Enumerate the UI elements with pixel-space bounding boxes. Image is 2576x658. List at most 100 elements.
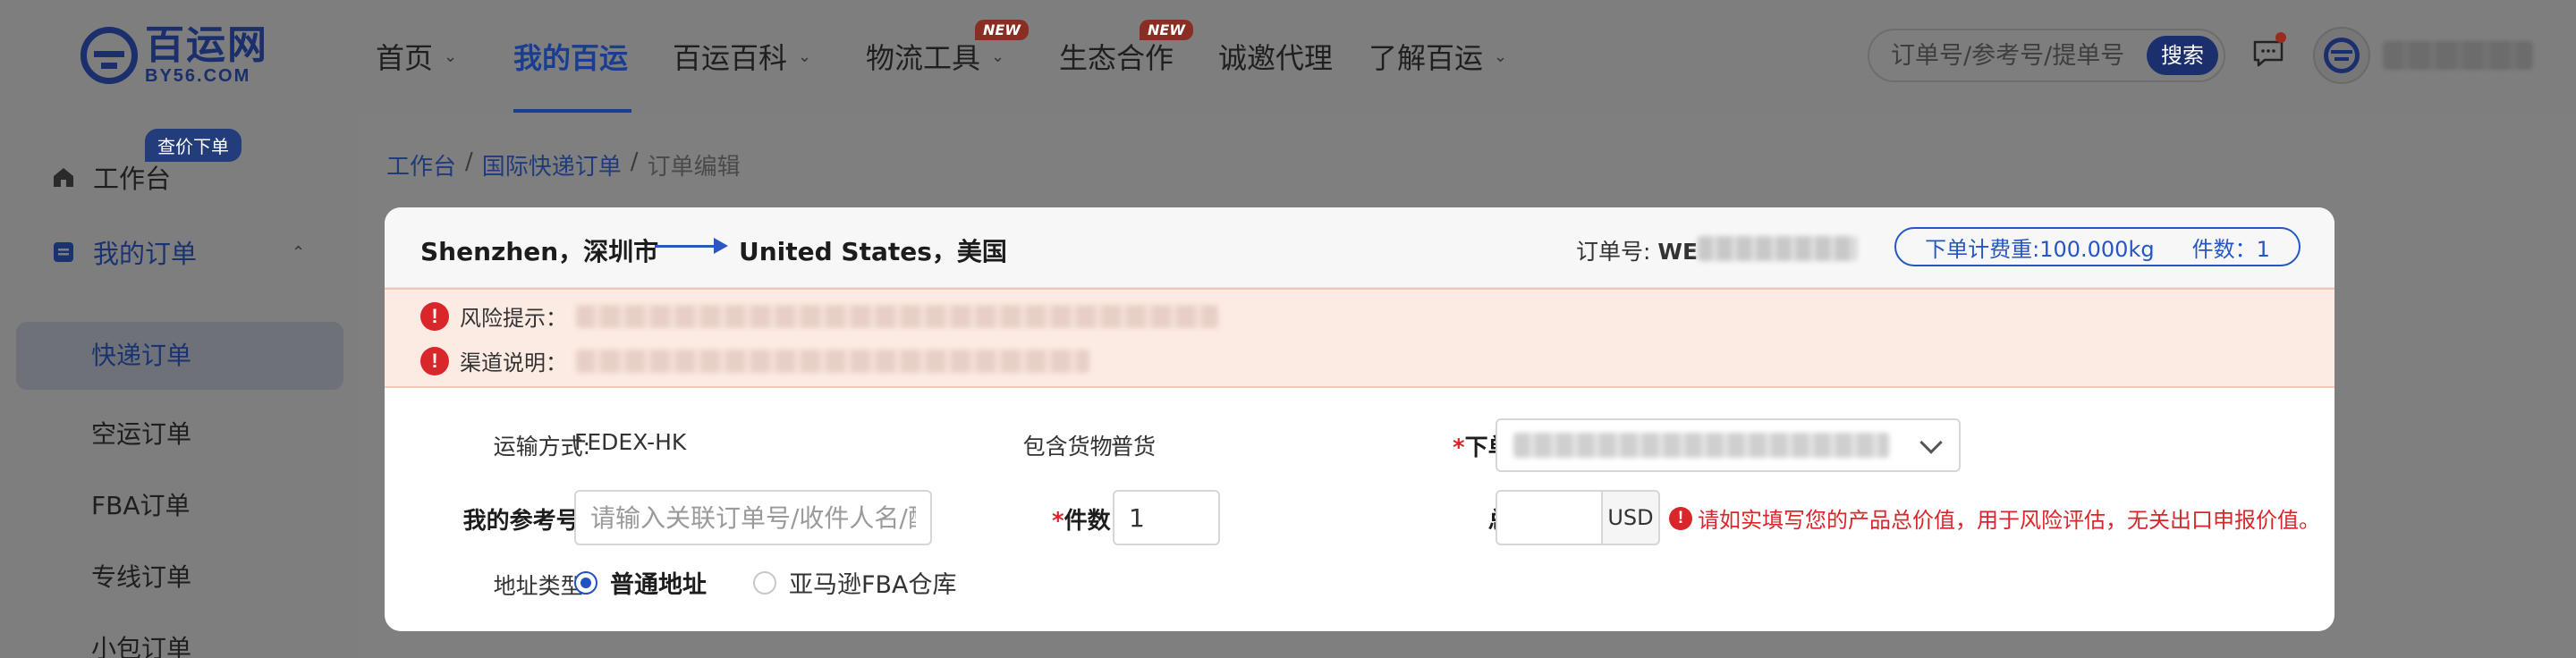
address-type-normal-label: 普通地址 — [610, 571, 707, 599]
chevron-up-icon: ⌃ — [292, 242, 306, 262]
nav-encyclopedia[interactable]: 百运百科 ⌄ — [673, 0, 866, 113]
order-edit-card: Shenzhen，深圳市 United States，美国 订单号: WE 下单… — [385, 207, 2334, 631]
nav-ecosystem[interactable]: 生态合作 NEW — [1059, 0, 1218, 113]
nav-encyclopedia-label: 百运百科 — [673, 41, 788, 75]
alert-icon: ! — [420, 346, 449, 375]
total-value-input[interactable] — [1496, 490, 1603, 545]
new-badge: NEW — [975, 20, 1029, 40]
nav-logistics-tools[interactable]: 物流工具 ⌄ NEW — [866, 0, 1059, 113]
goods-type-value: 普货 — [1111, 434, 1157, 460]
sidebar: 工作台 查价下单 我的订单 ⌃ 快递订单 空运订单 FBA订单 专线订单 小包订… — [0, 113, 358, 658]
breadcrumb-workbench[interactable]: 工作台 — [386, 148, 456, 181]
sidebar-sub-parcel-orders[interactable]: 小包订单 — [0, 622, 358, 658]
sidebar-item-label: 我的订单 — [93, 239, 198, 269]
reference-number-label: 我的参考号: — [462, 508, 589, 535]
piece-count: 件数：1 — [2191, 236, 2270, 262]
order-account-value-redacted — [1513, 433, 1889, 458]
new-badge: NEW — [1140, 20, 1193, 40]
avatar-logo-icon — [2324, 38, 2360, 73]
order-search: 搜索 — [1868, 29, 2225, 82]
order-account-select[interactable] — [1496, 418, 1961, 472]
chargeable-weight: 下单计费重:100.000kg — [1925, 236, 2155, 262]
main-menu: 首页 ⌄ 我的百运 百运百科 ⌄ 物流工具 ⌄ NEW 生态合作 NEW 诚邀代理 了… — [376, 0, 1507, 113]
channel-note-text-redacted — [576, 349, 1089, 373]
goods-type-label: 包含货物: — [1022, 434, 1120, 460]
transport-method-value: FEDEX-HK — [574, 429, 687, 455]
total-value-warning: ! 请如实填写您的产品总价值，用于风险评估，无关出口申报价值。 — [1669, 502, 2320, 534]
pieces-label: *件数: — [1025, 502, 1120, 536]
order-header: Shenzhen，深圳市 United States，美国 订单号: WE 下单… — [385, 207, 2334, 288]
nav-agent-label: 诚邀代理 — [1218, 41, 1334, 75]
chargeable-weight-pill: 下单计费重:100.000kg 件数：1 — [1894, 227, 2301, 266]
order-number-redacted — [1698, 236, 1857, 261]
nav-logistics-tools-label: 物流工具 — [866, 41, 981, 75]
order-number-caption: 订单号: — [1576, 239, 1651, 265]
radio-unchecked-icon — [753, 570, 776, 595]
radio-checked-icon — [574, 570, 597, 595]
reference-number-input[interactable] — [574, 490, 932, 545]
search-input[interactable] — [1891, 41, 2159, 70]
channel-note-row: ! 渠道说明： — [420, 345, 1089, 376]
chevron-down-icon: ⌄ — [444, 46, 458, 66]
address-type-normal-radio[interactable]: 普通地址 — [574, 565, 707, 600]
channel-note-label: 渠道说明： — [460, 350, 567, 375]
avatar[interactable] — [2313, 27, 2370, 84]
risk-warning-text-redacted — [576, 304, 1218, 328]
breadcrumb-separator: / — [465, 148, 473, 175]
order-number-prefix: WE — [1657, 239, 1699, 265]
message-icon[interactable] — [2252, 39, 2284, 68]
total-value-warning-text: 请如实填写您的产品总价值，用于风险评估，无关出口申报价值。 — [1698, 508, 2320, 533]
required-mark: * — [1452, 434, 1465, 461]
chevron-down-icon: ⌄ — [991, 46, 1005, 66]
pieces-input[interactable] — [1113, 490, 1220, 545]
address-type-fba-label: 亚马逊FBA仓库 — [789, 571, 957, 599]
search-button[interactable]: 搜索 — [2147, 36, 2218, 75]
breadcrumb-current: 订单编辑 — [647, 154, 741, 181]
breadcrumb-intl-express[interactable]: 国际快递订单 — [482, 148, 622, 181]
order-number-label: 订单号: WE — [1576, 234, 1698, 266]
top-navigation: 百运网 BY56.COM 首页 ⌄ 我的百运 百运百科 ⌄ 物流工具 ⌄ NEW 生态… — [0, 0, 2576, 113]
alert-icon: ! — [1669, 506, 1692, 530]
unread-dot — [2275, 32, 2286, 43]
sidebar-sub-express-orders[interactable]: 快递订单 — [16, 322, 343, 390]
nav-about-label: 了解百运 — [1368, 41, 1484, 75]
alert-icon: ! — [420, 301, 449, 331]
nav-home[interactable]: 首页 ⌄ — [376, 0, 513, 113]
nav-my-baiyun[interactable]: 我的百运 — [513, 0, 631, 113]
nav-my-baiyun-label: 我的百运 — [513, 41, 629, 75]
logo-mark-icon — [80, 27, 138, 84]
route-origin: Shenzhen，深圳市 — [420, 237, 659, 266]
breadcrumb: 工作台 / 国际快递订单 / 订单编辑 — [386, 148, 741, 181]
pieces-caption: 件数: — [1063, 508, 1120, 535]
home-icon — [54, 168, 73, 187]
user-name-redacted[interactable] — [2383, 41, 2533, 70]
sidebar-sub-line-orders[interactable]: 专线订单 — [0, 551, 358, 604]
risk-warning-row: ! 风险提示： — [420, 300, 1218, 332]
address-type-fba-radio[interactable]: 亚马逊FBA仓库 — [753, 565, 957, 600]
nav-ecosystem-label: 生态合作 — [1059, 41, 1174, 75]
sidebar-item-my-orders[interactable]: 我的订单 ⌃ — [0, 224, 358, 281]
risk-warning-label: 风险提示： — [460, 306, 567, 331]
logo-domain: BY56.COM — [145, 66, 251, 86]
logo-name: 百运网 — [145, 22, 268, 68]
order-icon — [54, 242, 73, 262]
sidebar-sub-air-orders[interactable]: 空运订单 — [0, 408, 358, 461]
address-type-label: 地址类型: — [493, 573, 590, 599]
breadcrumb-separator: / — [630, 148, 639, 175]
arrow-right-icon — [655, 238, 728, 254]
nav-agent[interactable]: 诚邀代理 — [1218, 0, 1368, 113]
nav-about[interactable]: 了解百运 ⌄ — [1368, 0, 1507, 113]
route-destination: United States，美国 — [739, 237, 1007, 266]
sidebar-sub-fba-orders[interactable]: FBA订单 — [0, 479, 358, 533]
sidebar-item-label: 工作台 — [93, 164, 172, 194]
site-logo[interactable]: 百运网 BY56.COM — [80, 20, 268, 91]
risk-notice-panel: ! 风险提示： ! 渠道说明： — [385, 288, 2334, 388]
chevron-down-icon: ⌄ — [798, 46, 812, 66]
transport-method-label: 运输方式: — [493, 434, 590, 460]
nav-home-label: 首页 — [376, 41, 434, 75]
quote-order-badge[interactable]: 查价下单 — [145, 129, 242, 162]
chevron-down-icon: ⌄ — [1494, 46, 1508, 66]
chevron-down-icon — [1919, 431, 1943, 454]
currency-addon: USD — [1603, 490, 1660, 545]
required-mark: * — [1051, 508, 1064, 535]
